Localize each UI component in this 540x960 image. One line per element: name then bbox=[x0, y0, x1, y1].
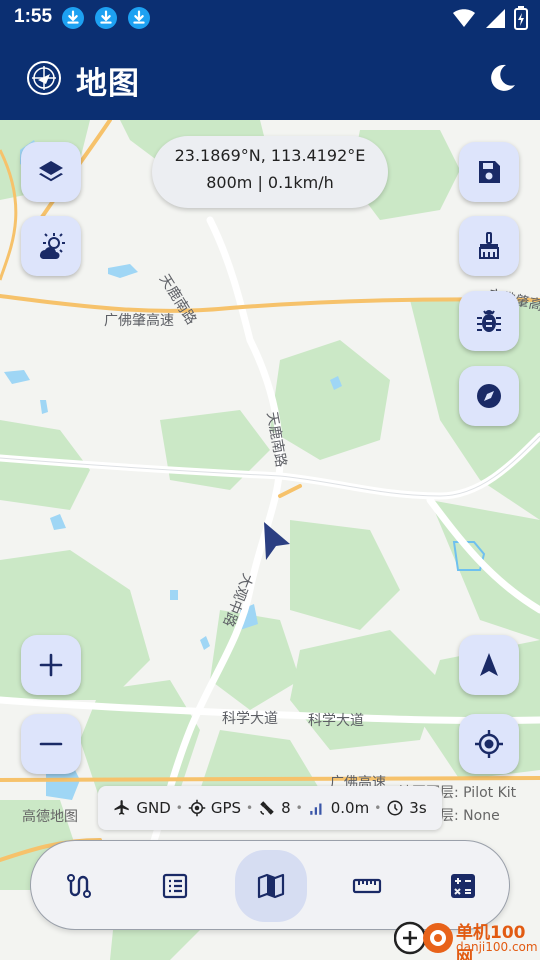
app-logo-icon bbox=[27, 61, 61, 95]
gps-status: GPS bbox=[188, 799, 241, 817]
map-label: 科学大道 bbox=[222, 711, 278, 727]
separator: • bbox=[246, 801, 254, 815]
compass-icon bbox=[477, 384, 501, 408]
mode-status: GND bbox=[113, 799, 171, 817]
download-icon bbox=[95, 7, 117, 29]
satellite-count: 8 bbox=[281, 799, 291, 817]
signal-icon bbox=[486, 9, 505, 28]
zoom-in-button[interactable] bbox=[21, 635, 81, 695]
moon-icon[interactable] bbox=[486, 62, 518, 94]
clear-button[interactable] bbox=[459, 216, 519, 276]
coordinates-card: 23.1869°N, 113.4192°E 800m | 0.1km/h bbox=[152, 136, 388, 208]
watermark-url: danji100.com bbox=[456, 940, 538, 954]
navigation-button[interactable] bbox=[459, 635, 519, 695]
calculator-icon bbox=[451, 874, 475, 898]
list-icon bbox=[162, 873, 188, 899]
distance-text: 0.0m bbox=[330, 799, 370, 817]
status-time: 1:55 bbox=[14, 6, 53, 27]
download-icon bbox=[128, 7, 150, 29]
route-tab[interactable] bbox=[49, 856, 109, 916]
separator: • bbox=[295, 801, 303, 815]
debug-button[interactable] bbox=[459, 291, 519, 351]
calculator-tab[interactable] bbox=[433, 856, 493, 916]
gps-icon bbox=[188, 799, 206, 817]
crosshair-icon bbox=[475, 730, 503, 758]
map-icon bbox=[257, 873, 285, 899]
flight-status-bar: GND • GPS • 8 • 0.0m • 3s bbox=[98, 786, 442, 830]
gps-text: GPS bbox=[210, 799, 242, 817]
layers-button[interactable] bbox=[21, 142, 81, 202]
save-icon bbox=[479, 161, 500, 183]
route-icon bbox=[67, 874, 91, 898]
bug-icon bbox=[477, 310, 501, 332]
layers-icon bbox=[39, 161, 63, 182]
locate-button[interactable] bbox=[459, 714, 519, 774]
satellite-status: 8 bbox=[258, 799, 291, 817]
weather-icon bbox=[39, 233, 65, 259]
signal-status: 0.0m bbox=[308, 799, 369, 817]
ruler-icon bbox=[352, 878, 382, 894]
separator: • bbox=[374, 801, 382, 815]
page-title: 地图 bbox=[76, 66, 140, 101]
list-tab[interactable] bbox=[145, 856, 205, 916]
amap-attribution: 高德地图 bbox=[22, 809, 78, 825]
save-button[interactable] bbox=[459, 142, 519, 202]
map-label: 广佛肇高速 bbox=[104, 313, 174, 329]
weather-button[interactable] bbox=[21, 216, 81, 276]
compass-button[interactable] bbox=[459, 366, 519, 426]
satellite-icon bbox=[260, 801, 274, 815]
time-status: 3s bbox=[386, 799, 427, 817]
clock-icon bbox=[387, 800, 403, 816]
battery-icon bbox=[514, 6, 528, 30]
time-text: 3s bbox=[409, 799, 427, 817]
broom-icon bbox=[479, 232, 499, 259]
wifi-icon bbox=[453, 9, 475, 27]
ruler-tab[interactable] bbox=[337, 856, 397, 916]
lat-lon-text: 23.1869°N, 113.4192°E bbox=[174, 146, 366, 165]
plus-icon bbox=[39, 653, 63, 677]
separator: • bbox=[175, 801, 183, 815]
map-label: 科学大道 bbox=[308, 713, 364, 729]
airplane-icon bbox=[114, 800, 130, 815]
status-bar: 1:55 bbox=[0, 0, 540, 36]
minus-icon bbox=[39, 742, 63, 746]
mode-text: GND bbox=[136, 799, 171, 817]
zoom-out-button[interactable] bbox=[21, 714, 81, 774]
app-bar: 地图 bbox=[0, 36, 540, 120]
signal-bars-icon bbox=[309, 803, 322, 815]
scale-speed-text: 800m | 0.1km/h bbox=[206, 173, 334, 192]
map-tab[interactable] bbox=[235, 850, 307, 922]
download-icon bbox=[62, 7, 84, 29]
navigation-arrow-icon bbox=[480, 653, 498, 676]
